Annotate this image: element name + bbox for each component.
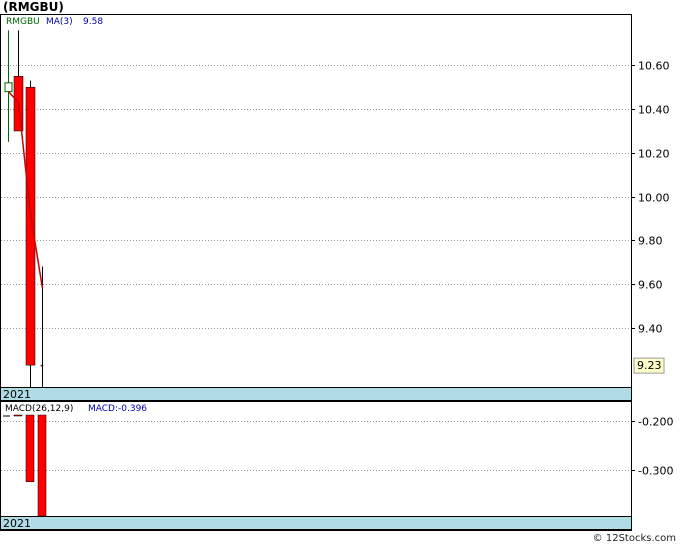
- price-tick-label: 9.80: [638, 235, 663, 248]
- price-tick-label: 9.40: [638, 323, 663, 336]
- macd-period-label: 2021: [3, 517, 31, 530]
- moving-average-line: [7, 91, 44, 289]
- macd-value-legend: MACD:-0.396: [88, 404, 147, 414]
- ma-legend: MA(3): [46, 17, 73, 27]
- symbol-legend: RMGBU: [6, 17, 40, 27]
- macd-tick-label: -0.300: [638, 465, 673, 478]
- price-period-label: 2021: [3, 388, 31, 401]
- macd-bar: [37, 414, 47, 517]
- macd-date-band: [0, 516, 632, 530]
- macd-bar: [13, 414, 23, 417]
- macd-tick-label: -0.200: [638, 416, 673, 429]
- macd-legend: MACD(26,12,9): [5, 404, 73, 414]
- candle-body: [25, 86, 36, 366]
- ma-value-legend: 9.58: [83, 17, 103, 27]
- macd-bar: [25, 414, 35, 482]
- price-date-band: [0, 387, 632, 401]
- stock-chart: 10.60 10.40 10.20 10.00 9.80 9.60 9.40 2021 RM…: [0, 14, 673, 531]
- price-panel-frame: [0, 14, 632, 401]
- price-tick-label: 10.00: [638, 192, 670, 205]
- macd-panel-frame: [0, 401, 632, 531]
- footer-copyright: © 12Stocks.com: [592, 533, 676, 544]
- price-tick-label: 9.60: [638, 279, 663, 292]
- price-tick-label: 10.60: [638, 60, 670, 73]
- price-tick-label: 10.20: [638, 148, 670, 161]
- candle-body: [40, 364, 44, 367]
- last-price-label: 9.23: [637, 359, 662, 372]
- price-tick-label: 10.40: [638, 104, 670, 117]
- candle-body: [4, 82, 13, 93]
